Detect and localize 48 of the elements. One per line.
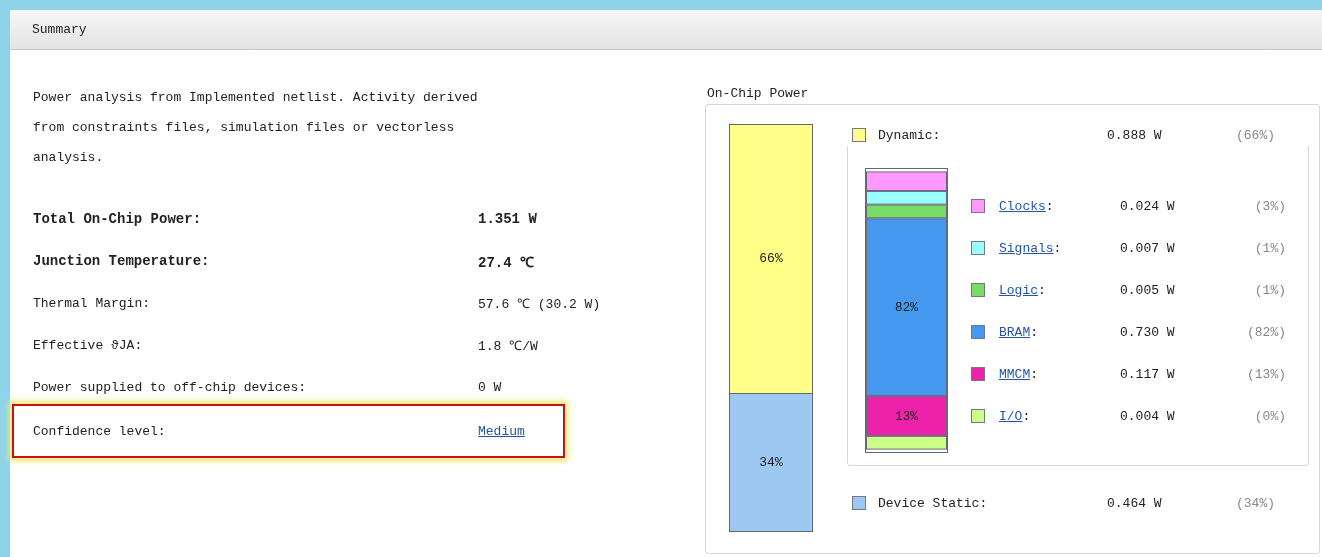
description-text: Power analysis from Implemented netlist. Activity derived from constraints files, simulation files or vectorless analysis. <box>33 89 479 167</box>
legend-label: Dynamic: <box>878 127 942 143</box>
power-value: 0.005 W <box>1120 282 1176 298</box>
colon-text: : <box>1022 408 1031 424</box>
power-value: 0.464 W <box>1107 495 1163 511</box>
metric-label: Power supplied to off-chip devices: <box>33 379 308 395</box>
metric-value: 1.351 W <box>478 211 537 227</box>
metric-label: Confidence level: <box>33 423 167 439</box>
power-value: 0.730 W <box>1120 324 1176 340</box>
stacked-bar-drawing: 82% 13% <box>865 168 948 453</box>
category-link[interactable]: Signals <box>999 240 1054 256</box>
metric-value: 1.8 ℃/W <box>478 338 538 354</box>
colon-text: : <box>1045 198 1054 214</box>
metric-value: 57.6 ℃ (30.2 W) <box>478 296 601 312</box>
metric-label: Thermal Margin: <box>33 295 152 311</box>
panel-title: Summary <box>32 22 87 37</box>
colon-text: : <box>1038 282 1046 298</box>
category-link[interactable]: Logic <box>999 282 1038 298</box>
percent-value: (3%) <box>1253 198 1286 214</box>
metric-label: Junction Temperature: <box>33 253 211 269</box>
bar-segment: 34% <box>730 392 812 531</box>
percent-value: (1%) <box>1253 282 1286 298</box>
category-link[interactable]: Clocks <box>999 198 1046 214</box>
percent-value: (34%) <box>1235 495 1275 511</box>
power-value: 0.004 W <box>1120 408 1176 424</box>
colon-text: : <box>1030 324 1039 340</box>
category-link[interactable]: I/O <box>999 408 1023 424</box>
metric-label: Total On-Chip Power: <box>33 211 203 227</box>
percent-value: (66%) <box>1235 127 1275 143</box>
category-link[interactable]: MMCM <box>999 366 1031 382</box>
percent-value: (0%) <box>1253 408 1286 424</box>
power-value: 0.117 W <box>1120 366 1176 382</box>
confidence-link[interactable]: Medium <box>478 423 525 439</box>
legend-label: Device Static: <box>878 495 989 511</box>
percent-value: (82%) <box>1246 324 1286 340</box>
category-link[interactable]: BRAM <box>999 324 1031 340</box>
metric-value: 27.4 ℃ <box>478 253 534 271</box>
power-value: 0.007 W <box>1120 240 1176 256</box>
metric-label: Effective ϑJA: <box>33 337 144 353</box>
power-value: 0.888 W <box>1107 127 1163 143</box>
metric-value: 0 W <box>478 379 502 395</box>
colon-text: : <box>1030 366 1039 382</box>
bar-segment: 66% <box>730 125 812 393</box>
colon-text: : <box>1053 240 1062 256</box>
section-title: On-Chip Power <box>707 86 810 103</box>
percent-value: (1%) <box>1253 240 1286 256</box>
power-value: 0.024 W <box>1120 198 1176 214</box>
percent-value: (13%) <box>1246 366 1286 382</box>
